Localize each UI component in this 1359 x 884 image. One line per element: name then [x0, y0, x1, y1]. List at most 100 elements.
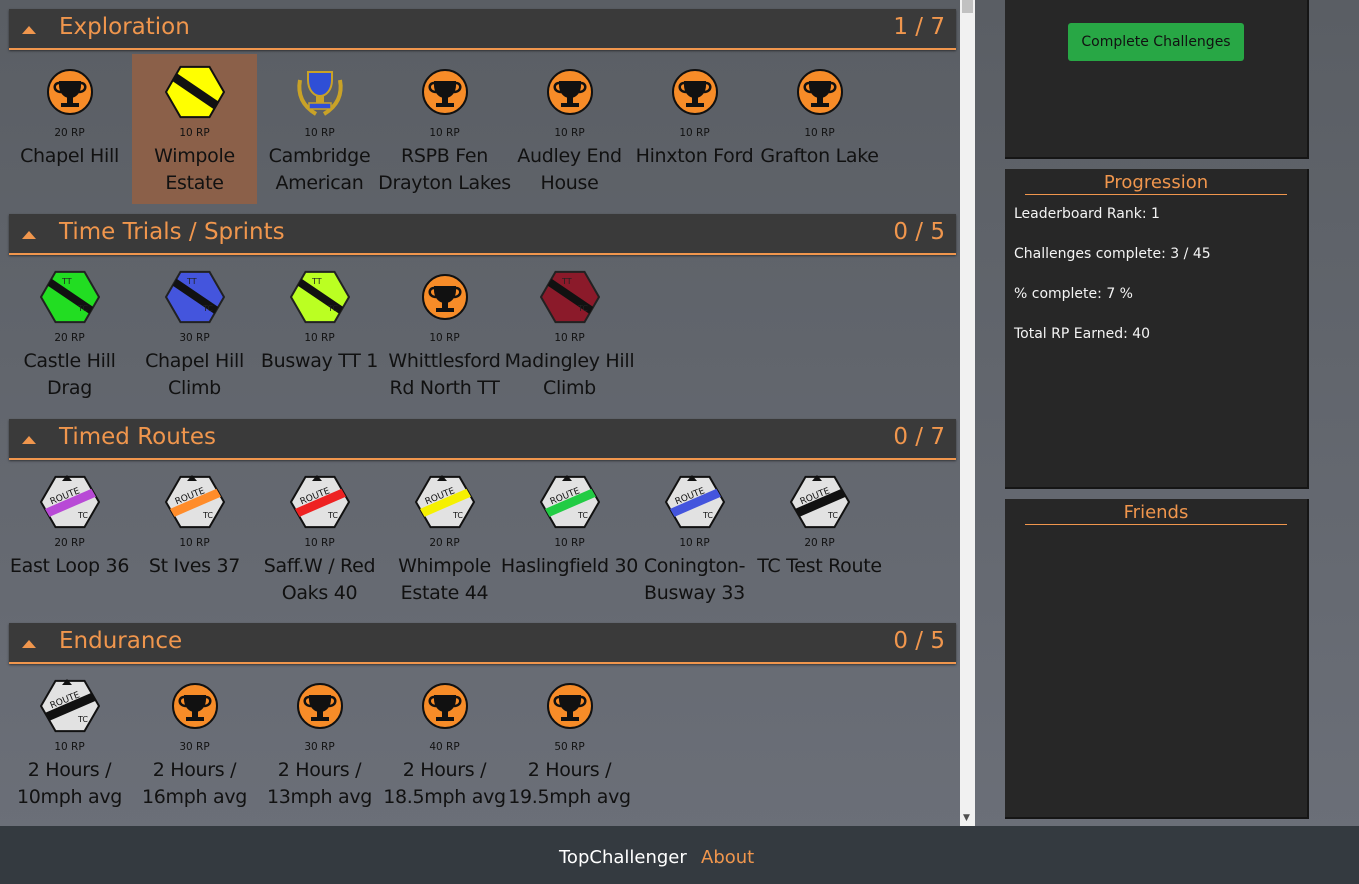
section-header[interactable]: Time Trials / Sprints 0 / 5 — [9, 214, 956, 255]
svg-text:TT: TT — [186, 277, 197, 286]
challenge-item[interactable]: 10 RP Hinxton Ford — [632, 54, 757, 204]
trophy-icon — [47, 69, 93, 115]
tt-badge-icon: TT TC — [165, 270, 225, 324]
footer: TopChallenger About — [0, 826, 1359, 884]
challenge-item[interactable]: TT TC 30 RP Chapel Hill Climb — [132, 259, 257, 409]
challenge-rp: 10 RP — [554, 127, 585, 139]
challenge-item[interactable]: 20 RP Chapel Hill — [7, 54, 132, 204]
challenge-item[interactable]: ROUTE TC 20 RP Whimpole Estate 44 — [382, 464, 507, 614]
trophy-icon — [547, 69, 593, 115]
challenge-name: Grafton Lake — [760, 145, 879, 167]
chevron-up-icon[interactable] — [22, 436, 36, 444]
challenge-name: 2 Hours / 16mph avg — [141, 759, 248, 808]
challenge-rp: 10 RP — [804, 127, 835, 139]
challenge-rp: 10 RP — [554, 537, 585, 549]
total-rp-earned: Total RP Earned: 40 — [1014, 326, 1151, 342]
section-header[interactable]: Timed Routes 0 / 7 — [9, 419, 956, 460]
section-count: 0 / 5 — [893, 628, 945, 654]
svg-text:TC: TC — [452, 511, 463, 520]
svg-text:TC: TC — [702, 511, 713, 520]
challenge-rp: 30 RP — [179, 332, 210, 344]
challenge-item[interactable]: ROUTE TC 10 RP St Ives 37 — [132, 464, 257, 614]
challenge-item[interactable]: 50 RP 2 Hours / 19.5mph avg — [507, 668, 632, 818]
chevron-up-icon[interactable] — [22, 231, 36, 239]
challenge-name: Cambridge American — [268, 145, 371, 194]
complete-challenges-button[interactable]: Complete Challenges — [1068, 23, 1244, 61]
challenge-item[interactable]: 30 RP 2 Hours / 16mph avg — [132, 668, 257, 818]
svg-text:TT: TT — [561, 277, 572, 286]
challenge-item[interactable]: 10 RP RSPB Fen Drayton Lakes — [378, 54, 511, 204]
trophy-icon — [672, 69, 718, 115]
challenge-item[interactable]: 10 RP Cambridge American — [257, 54, 382, 204]
challenge-item[interactable]: ROUTE TC 10 RP Conington-Busway 33 — [632, 464, 757, 614]
challenge-item[interactable]: 30 RP 2 Hours / 13mph avg — [257, 668, 382, 818]
challenge-item[interactable]: 40 RP 2 Hours / 18.5mph avg — [382, 668, 507, 818]
challenge-item[interactable]: 10 RP Wimpole Estate — [132, 54, 257, 204]
challenge-item[interactable]: TT TC 10 RP Madingley Hill Climb — [505, 259, 635, 409]
chevron-up-icon[interactable] — [22, 26, 36, 34]
scrollbar[interactable]: ▼ — [960, 0, 975, 826]
tt-badge-icon: TT TC — [40, 270, 100, 324]
svg-text:TC: TC — [77, 715, 88, 724]
challenge-item[interactable]: ROUTE TC 20 RP TC Test Route — [757, 464, 882, 614]
scrollbar-thumb[interactable] — [962, 0, 973, 13]
challenge-name: Madingley Hill Climb — [504, 350, 635, 399]
challenge-name: Haslingfield 30 — [500, 555, 639, 577]
challenge-rp: 20 RP — [804, 537, 835, 549]
challenge-name: 2 Hours / 18.5mph avg — [383, 759, 506, 808]
scroll-down-icon[interactable]: ▼ — [963, 813, 970, 823]
challenges-complete: Challenges complete: 3 / 45 — [1014, 246, 1211, 262]
challenge-name: Chapel Hill Climb — [145, 350, 244, 399]
trophy-icon — [422, 69, 468, 115]
section-header[interactable]: Exploration 1 / 7 — [9, 9, 956, 50]
friends-title: Friends — [1025, 502, 1287, 525]
about-link[interactable]: About — [701, 847, 754, 868]
challenge-name: Conington-Busway 33 — [643, 555, 746, 604]
brand-link[interactable]: TopChallenger — [559, 847, 687, 868]
chevron-up-icon[interactable] — [22, 640, 36, 648]
challenge-name: East Loop 36 — [9, 555, 130, 577]
percent-complete: % complete: 7 % — [1014, 286, 1133, 302]
challenge-name: RSPB Fen Drayton Lakes — [378, 145, 511, 194]
challenge-item[interactable]: ROUTE TC 10 RP Saff.W / Red Oaks 40 — [257, 464, 382, 614]
svg-text:TC: TC — [577, 304, 588, 313]
svg-text:TC: TC — [77, 304, 88, 313]
challenge-rp: 40 RP — [429, 741, 460, 753]
challenge-item[interactable]: TT TC 10 RP Busway TT 1 — [257, 259, 382, 409]
challenge-item[interactable]: 10 RP Whittlesford Rd North TT — [382, 259, 507, 409]
challenge-rp: 10 RP — [304, 332, 335, 344]
section-title: Exploration — [59, 14, 190, 40]
route-badge-icon: ROUTETC — [665, 475, 725, 529]
section-count: 1 / 7 — [893, 14, 945, 40]
challenge-item[interactable]: TT TC 20 RP Castle Hill Drag — [7, 259, 132, 409]
challenge-rp: 10 RP — [554, 332, 585, 344]
challenge-rp: 10 RP — [179, 537, 210, 549]
challenge-item[interactable]: 10 RP Audley End House — [507, 54, 632, 204]
leaderboard-rank: Leaderboard Rank: 1 — [1014, 206, 1160, 222]
hex-badge-icon — [165, 65, 225, 119]
challenge-name: 2 Hours / 10mph avg — [16, 759, 123, 808]
trophy-icon — [422, 683, 468, 729]
challenge-name: Chapel Hill — [20, 145, 119, 167]
svg-text:TC: TC — [77, 511, 88, 520]
challenge-item[interactable]: ROUTE TC 20 RP East Loop 36 — [7, 464, 132, 614]
trophy-icon — [547, 683, 593, 729]
challenge-list: Exploration 1 / 7 20 RP Chapel Hill 10 RP Wim… — [0, 0, 960, 826]
route-badge-icon: ROUTETC — [540, 475, 600, 529]
section-title: Timed Routes — [59, 424, 216, 450]
svg-text:TT: TT — [61, 277, 72, 286]
challenge-item[interactable]: ROUTE TC 10 RP Haslingfield 30 — [501, 464, 638, 614]
route-badge-icon: ROUTETC — [40, 475, 100, 529]
challenge-rp: 20 RP — [54, 127, 85, 139]
challenge-item[interactable]: 10 RP Grafton Lake — [757, 54, 882, 204]
challenge-item[interactable]: ROUTE TC 10 RP 2 Hours / 10mph avg — [7, 668, 132, 818]
route-badge-icon: ROUTETC — [790, 475, 850, 529]
challenge-rp: 20 RP — [54, 537, 85, 549]
challenge-rp: 20 RP — [54, 332, 85, 344]
trophy-icon — [297, 683, 343, 729]
challenge-rp: 10 RP — [304, 127, 335, 139]
section-title: Endurance — [59, 628, 183, 654]
section-header[interactable]: Endurance 0 / 5 — [9, 623, 956, 664]
challenge-name: St Ives 37 — [148, 555, 241, 577]
challenge-name: 2 Hours / 13mph avg — [266, 759, 373, 808]
